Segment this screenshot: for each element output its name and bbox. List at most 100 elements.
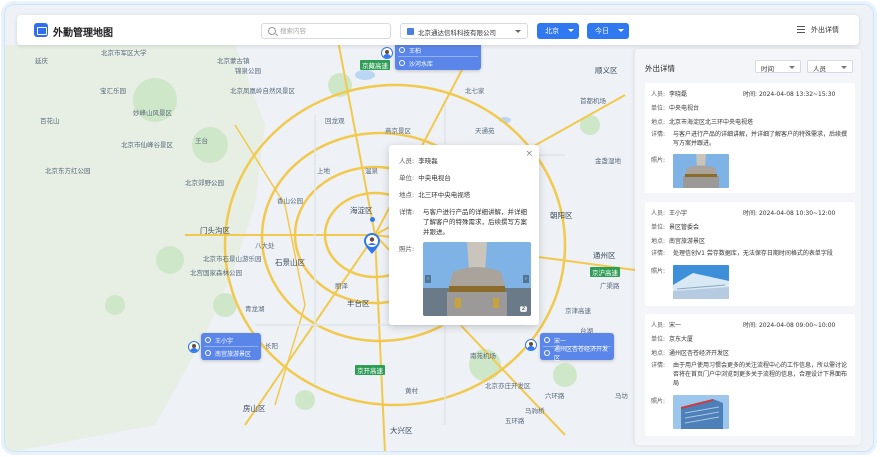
- map-label: 丰台区: [347, 299, 370, 308]
- prev-photo-button[interactable]: ‹: [425, 275, 431, 283]
- record-unit: 景区管委会: [669, 224, 700, 231]
- tv-tower-photo: [423, 242, 531, 316]
- map-label: 八大处: [255, 242, 275, 250]
- record-photo[interactable]: [673, 154, 729, 188]
- popup-detail-row: 详情: 与客户进行产品的详细讲解，并详细了解客户的特殊需求，后续撰写方案并跟进。: [399, 207, 531, 237]
- card-label-person: 人员:: [651, 91, 666, 98]
- map-label: 北宫国家森林公园: [190, 269, 242, 277]
- marker-place: 通州区杏苍经济开发区: [554, 346, 609, 362]
- map-label: 马坊: [615, 392, 628, 400]
- map-label: 北京东方红公园: [45, 167, 91, 175]
- card-label-person: 人员:: [651, 210, 666, 217]
- record-unit: 京东大厦: [669, 336, 694, 343]
- date-dropdown-button[interactable]: 今日: [587, 23, 629, 39]
- record-time: 2024-04-08 09:00~10:00: [758, 322, 836, 329]
- map-label: 北京凤凰岭自然风景区: [230, 87, 295, 95]
- panel-title: 外出详情: [645, 64, 675, 73]
- marker-card-west[interactable]: 王小宇 南宫旅游景区: [201, 333, 261, 360]
- person-filter-select[interactable]: 人员: [807, 60, 853, 73]
- map-label: 北京市军区大学: [101, 49, 147, 57]
- person-icon: [399, 47, 405, 53]
- map-label: 六环路: [545, 392, 565, 400]
- map-label: 长阳: [265, 342, 278, 350]
- avatar[interactable]: [188, 341, 200, 353]
- app-frame: 北京市军区大学 延庆 北京蒙古镇 锦泉公园 妙峰山风景区 北京凤凰岭自然风景区 …: [4, 4, 874, 452]
- top-bar: 外勤管理地图 北京通达信科科技有限公司 北京 今日 外出详情: [17, 15, 859, 45]
- popup-person: 李晓磊: [418, 157, 438, 165]
- record-place: 通州区杏苍经济开发区: [669, 350, 730, 357]
- avatar[interactable]: [525, 339, 537, 351]
- popup-photo[interactable]: ‹ › 2: [423, 242, 531, 316]
- chevron-down-icon: [618, 29, 624, 32]
- photo-count-badge: 2: [519, 306, 527, 312]
- map-label: 大兴区: [390, 426, 413, 435]
- marker-name: 王小宇: [215, 337, 234, 345]
- city-dropdown-button[interactable]: 北京: [537, 23, 579, 39]
- person-icon: [544, 337, 550, 343]
- office-building-thumb: [673, 395, 729, 429]
- location-pin-icon[interactable]: [363, 233, 381, 255]
- outing-detail-link[interactable]: 外出详情: [811, 25, 839, 35]
- map-label: 北七家: [465, 87, 485, 95]
- chevron-down-icon: [568, 29, 574, 32]
- card-label-unit: 单位:: [651, 105, 666, 112]
- map-label: 广渠路: [600, 282, 620, 290]
- record-card[interactable]: 人员: 李晓磊 时间: 2024-04-08 13:32~15:30 单位: 中央电…: [645, 83, 855, 193]
- record-time: 2024-04-08 10:30~12:00: [758, 210, 836, 217]
- next-photo-button[interactable]: ›: [523, 275, 529, 283]
- map-label: 延庆: [35, 57, 48, 65]
- person-filter-label: 人员: [813, 65, 826, 73]
- location-icon: [544, 350, 550, 356]
- city-label: 北京: [545, 27, 559, 35]
- record-person: 王小宇: [669, 210, 688, 217]
- building-icon: [407, 28, 414, 35]
- map-label: 通州区: [593, 251, 616, 260]
- time-filter-select[interactable]: 时间: [755, 60, 801, 73]
- location-icon: [399, 60, 405, 66]
- map-label: 回龙观: [325, 117, 345, 125]
- marker-place: 南宫旅游景区: [215, 350, 252, 358]
- road-label: 京开高速: [355, 365, 385, 375]
- map-label: 京津高速: [565, 307, 591, 315]
- company-select[interactable]: 北京通达信科科技有限公司: [400, 23, 528, 39]
- record-detail-row: 详情: 与客户进行产品的详细讲解，并详细了解客户的特殊需求，后续撰写方案并跟进。: [651, 130, 847, 148]
- record-photo[interactable]: [673, 265, 729, 299]
- record-detail: 由于用户使用习惯会更多的关注流程中心的工作信息，所以需讨论否将在首页门户中浏览到…: [673, 362, 848, 387]
- map-label: 北京市仙峰谷景区: [121, 141, 173, 149]
- marker-card-north[interactable]: 王柏 沙河水库: [395, 43, 481, 70]
- time-filter-label: 时间: [761, 65, 774, 73]
- map-label: 黄村: [405, 387, 418, 395]
- location-dot: [370, 217, 375, 222]
- card-label-place: 地点:: [651, 350, 666, 357]
- search-box[interactable]: [261, 23, 391, 39]
- search-icon: [268, 27, 276, 35]
- marker-card-east[interactable]: 宋一 通州区杏苍经济开发区: [540, 333, 614, 362]
- map-label: 百花山: [40, 117, 60, 125]
- info-popup: × 人员: 李晓磊 单位: 中央电视台 地点: 北三环中央电视塔 详情: 与客户进行产…: [389, 145, 539, 325]
- card-label-photo: 照片:: [651, 157, 666, 164]
- search-input[interactable]: [280, 25, 385, 37]
- record-card[interactable]: 人员: 宋一 时间: 2024-04-08 09:00~10:00 单位: 京东大厦…: [645, 314, 855, 436]
- map-label: 丽泽: [335, 282, 348, 290]
- close-icon[interactable]: ×: [525, 149, 533, 159]
- record-time: 2024-04-08 13:32~15:30: [758, 91, 836, 98]
- company-select-value: 北京通达信科科技有限公司: [418, 29, 496, 37]
- marker-place: 沙河水库: [409, 60, 434, 68]
- list-icon[interactable]: [797, 26, 805, 33]
- map-label: 上地: [317, 167, 330, 175]
- map-label: 天通苑: [475, 127, 495, 135]
- card-label-time: 时间:: [743, 91, 758, 98]
- record-place: 南宫旅游景区: [669, 238, 706, 245]
- card-label-detail: 详情:: [651, 362, 666, 369]
- map-label: 朝阳区: [550, 211, 573, 220]
- record-photo[interactable]: [673, 395, 729, 429]
- map-label: 北京郊野公园: [185, 179, 224, 187]
- app-title: 外勤管理地图: [53, 28, 113, 39]
- popup-label-detail: 详情:: [399, 208, 415, 216]
- card-label-time: 时间:: [743, 322, 758, 329]
- map-label: 金盏湿地: [595, 157, 621, 165]
- avatar[interactable]: [381, 47, 393, 59]
- marker-name: 王柏: [409, 47, 422, 55]
- card-label-detail: 详情:: [651, 131, 666, 138]
- record-card[interactable]: 人员: 王小宇 时间: 2024-04-08 10:30~12:00 单位: 景区管…: [645, 202, 855, 306]
